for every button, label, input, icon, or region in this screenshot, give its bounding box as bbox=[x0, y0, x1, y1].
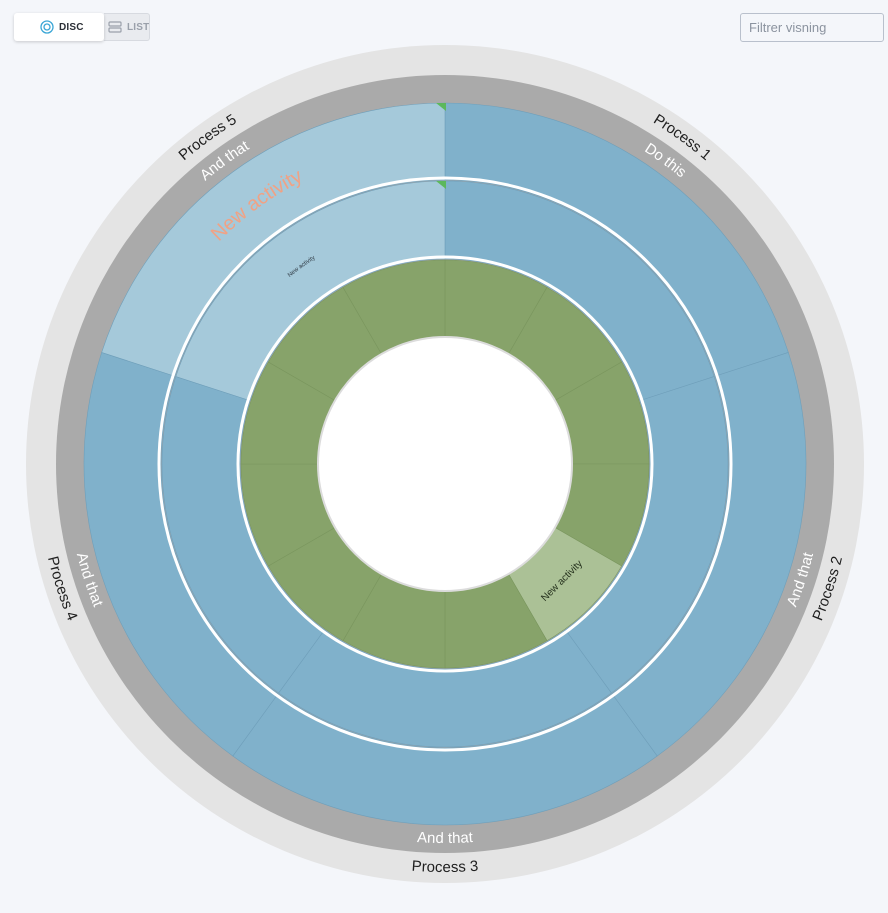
process-disc: Process 1Do thisProcess 2And thatProcess… bbox=[26, 45, 864, 883]
disc-icon bbox=[40, 20, 54, 34]
disc-view-label: DISC bbox=[59, 21, 84, 33]
disc-view-button[interactable]: DISC bbox=[14, 13, 104, 41]
disc-center bbox=[317, 336, 573, 592]
activity-label-3: And that bbox=[417, 829, 475, 847]
